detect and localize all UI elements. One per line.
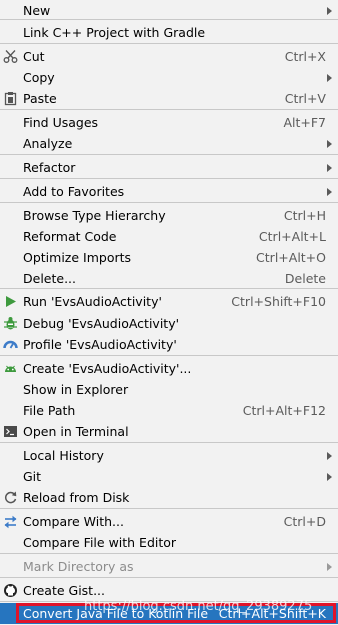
profile-icon (3, 337, 18, 352)
menu-item-run-evsaudioactivity[interactable]: Run 'EvsAudioActivity' Ctrl+Shift+F10 (0, 291, 338, 312)
menu-item-shortcut: Ctrl+X (284, 49, 326, 64)
menu-item-shortcut: Alt+F7 (283, 115, 326, 130)
menu-item-label: Profile 'EvsAudioActivity' (23, 337, 177, 352)
menu-separator (0, 508, 338, 509)
menu-item-debug-evsaudioactivity[interactable]: Debug 'EvsAudioActivity' (0, 313, 338, 334)
menu-item-label: File Path (23, 403, 76, 418)
menu-item-new[interactable]: New (0, 0, 338, 21)
menu-item-find-usages[interactable]: Find Usages Alt+F7 (0, 112, 338, 133)
menu-separator (0, 109, 338, 110)
menu-item-create-evsaudioactivity[interactable]: Create 'EvsAudioActivity'... (0, 358, 338, 379)
menu-item-shortcut: Ctrl+V (284, 91, 326, 106)
debug-icon (3, 316, 18, 331)
menu-separator (0, 577, 338, 578)
menu-item-browse-type-hierarchy[interactable]: Browse Type Hierarchy Ctrl+H (0, 205, 338, 226)
menu-separator (0, 43, 338, 44)
menu-item-label: Local History (23, 448, 104, 463)
menu-item-label: Create 'EvsAudioActivity'... (23, 361, 192, 376)
menu-item-label: Browse Type Hierarchy (23, 208, 166, 223)
menu-item-create-gist[interactable]: Create Gist... (0, 580, 338, 601)
menu-item-label: Cut (23, 49, 45, 64)
menu-item-label: Compare File with Editor (23, 535, 177, 550)
menu-item-shortcut: Ctrl+Shift+F10 (231, 294, 326, 309)
menu-item-shortcut: Ctrl+Alt+F12 (242, 403, 326, 418)
menu-separator (0, 154, 338, 155)
menu-item-label: Compare With... (23, 514, 124, 529)
clipboard-icon (3, 91, 18, 106)
menu-item-label: Reload from Disk (23, 490, 130, 505)
context-menu: New Link C++ Project with Gradle Cut Ctrl+X… (0, 0, 338, 625)
submenu-arrow-icon (327, 74, 332, 82)
menu-item-paste[interactable]: Paste Ctrl+V (0, 88, 338, 109)
menu-item-label: Git (23, 469, 42, 484)
menu-item-show-in-explorer[interactable]: Show in Explorer (0, 379, 338, 400)
menu-item-label: Link C++ Project with Gradle (23, 25, 206, 40)
menu-item-link-c-project-with-gradle[interactable]: Link C++ Project with Gradle (0, 22, 338, 43)
compare-icon (3, 514, 18, 529)
submenu-arrow-icon (327, 7, 332, 15)
menu-item-label: Reformat Code (23, 229, 117, 244)
menu-item-compare-with[interactable]: Compare With... Ctrl+D (0, 511, 338, 532)
menu-item-copy[interactable]: Copy (0, 67, 338, 88)
menu-item-compare-file-with-editor[interactable]: Compare File with Editor (0, 532, 338, 553)
menu-item-git[interactable]: Git (0, 466, 338, 487)
menu-item-refactor[interactable]: Refactor (0, 157, 338, 178)
reload-icon (3, 490, 18, 505)
menu-separator (0, 601, 338, 602)
submenu-arrow-icon (327, 563, 332, 571)
menu-separator (0, 355, 338, 356)
run-icon (3, 294, 18, 309)
submenu-arrow-icon (327, 188, 332, 196)
menu-item-reformat-code[interactable]: Reformat Code Ctrl+Alt+L (0, 226, 338, 247)
menu-item-file-path[interactable]: File Path Ctrl+Alt+F12 (0, 400, 338, 421)
menu-item-label: Show in Explorer (23, 382, 129, 397)
menu-item-shortcut: Ctrl+Alt+L (258, 229, 326, 244)
menu-item-open-in-terminal[interactable]: Open in Terminal (0, 421, 338, 442)
menu-item-label: Find Usages (23, 115, 99, 130)
menu-item-label: Delete... (23, 271, 76, 286)
menu-item-convert-java-file-to-kotlin-file[interactable]: Convert Java File to Kotlin File Ctrl+Alt… (0, 603, 338, 624)
menu-item-local-history[interactable]: Local History (0, 445, 338, 466)
menu-separator (0, 202, 338, 203)
menu-item-shortcut: Ctrl+Alt+O (256, 250, 326, 265)
menu-item-shortcut: Ctrl+Alt+Shift+K (218, 606, 326, 621)
menu-separator (0, 178, 338, 179)
menu-item-shortcut: Delete (284, 271, 326, 286)
menu-item-label: Paste (23, 91, 57, 106)
github-icon (3, 583, 18, 598)
menu-item-label: Refactor (23, 160, 76, 175)
menu-item-label: Open in Terminal (23, 424, 129, 439)
android-icon (3, 361, 18, 376)
menu-item-label: New (23, 3, 51, 18)
submenu-arrow-icon (327, 164, 332, 172)
scissors-icon (3, 49, 18, 64)
menu-separator (0, 553, 338, 554)
menu-item-shortcut: Ctrl+H (283, 208, 326, 223)
menu-item-delete[interactable]: Delete... Delete (0, 268, 338, 289)
menu-item-label: Mark Directory as (23, 559, 134, 574)
menu-item-add-to-favorites[interactable]: Add to Favorites (0, 181, 338, 202)
menu-item-label: Create Gist... (23, 583, 106, 598)
menu-item-optimize-imports[interactable]: Optimize Imports Ctrl+Alt+O (0, 247, 338, 268)
menu-item-label: Optimize Imports (23, 250, 132, 265)
terminal-icon (3, 424, 18, 439)
menu-item-label: Add to Favorites (23, 184, 125, 199)
menu-item-analyze[interactable]: Analyze (0, 133, 338, 154)
menu-item-label: Debug 'EvsAudioActivity' (23, 316, 180, 331)
menu-item-shortcut: Ctrl+D (283, 514, 326, 529)
menu-item-label: Run 'EvsAudioActivity' (23, 294, 162, 309)
menu-item-label: Analyze (23, 136, 73, 151)
menu-item-profile-evsaudioactivity[interactable]: Profile 'EvsAudioActivity' (0, 334, 338, 355)
menu-item-mark-directory-as: Mark Directory as (0, 556, 338, 577)
menu-item-label: Convert Java File to Kotlin File (23, 606, 209, 621)
menu-item-cut[interactable]: Cut Ctrl+X (0, 46, 338, 67)
submenu-arrow-icon (327, 140, 332, 148)
menu-item-label: Copy (23, 70, 55, 85)
menu-separator (0, 442, 338, 443)
submenu-arrow-icon (327, 473, 332, 481)
menu-item-reload-from-disk[interactable]: Reload from Disk (0, 487, 338, 508)
submenu-arrow-icon (327, 452, 332, 460)
